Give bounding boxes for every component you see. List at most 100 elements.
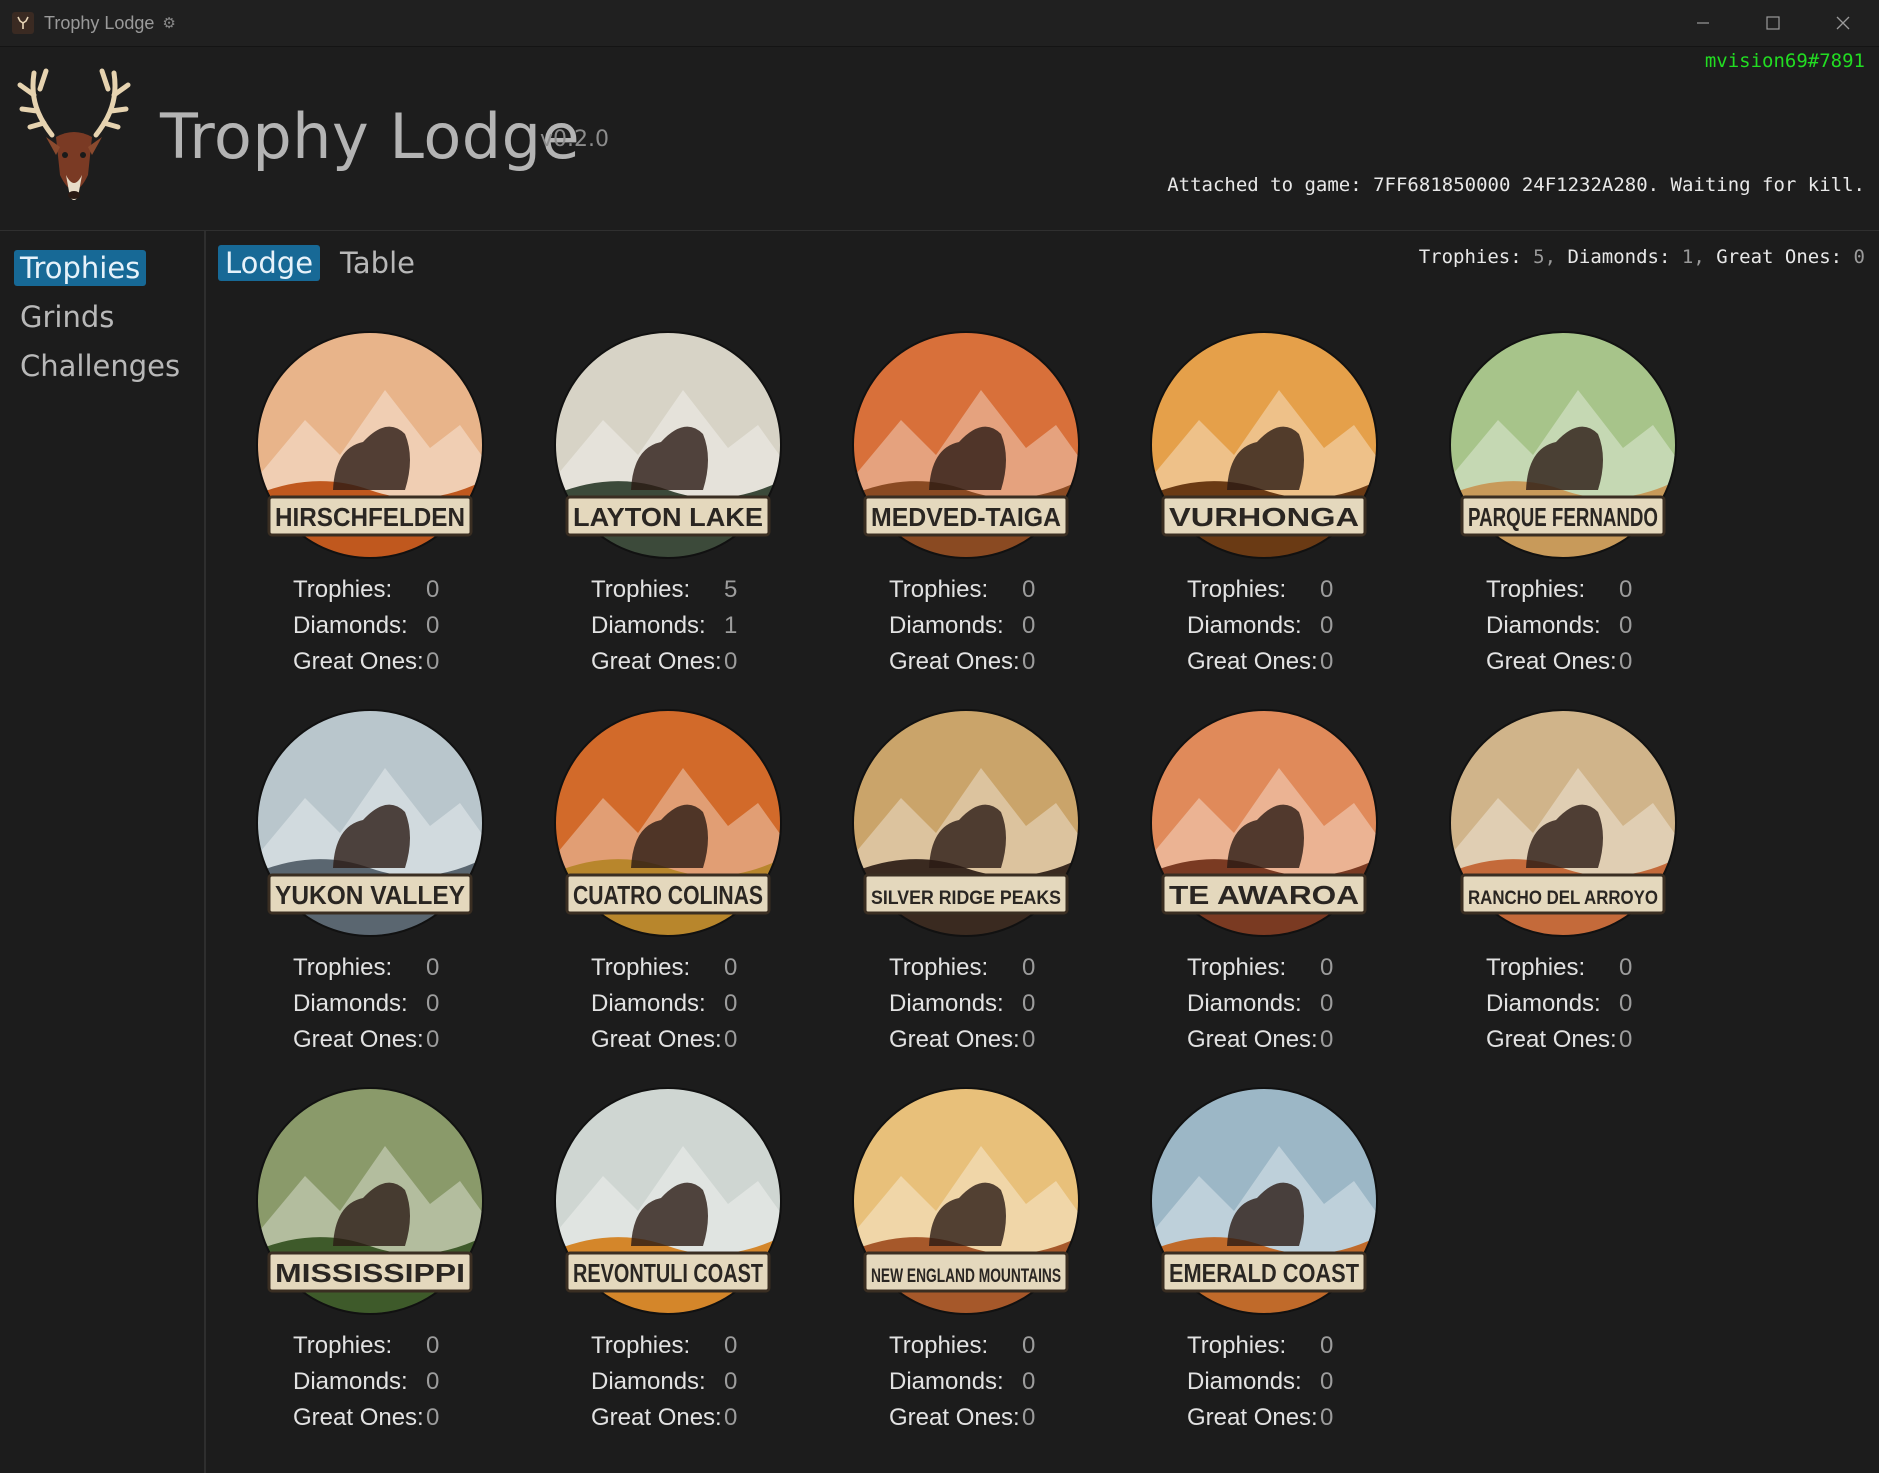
reserve-card-hirschfelden[interactable]: HIRSCHFELDEN Trophies: 0 Diamonds: 0 Great…	[255, 330, 555, 710]
close-button[interactable]	[1808, 0, 1878, 46]
reserve-card-emerald-coast[interactable]: EMERALD COAST Trophies: 0 Diamonds: 0 Grea…	[1149, 1086, 1449, 1466]
trophies-label: Trophies:	[1486, 576, 1586, 603]
reserve-stats: Trophies: 0 Diamonds: 0 Great Ones: 0	[591, 954, 791, 1062]
great-ones-label: Great Ones:	[1187, 648, 1318, 675]
tab-lodge[interactable]: Lodge	[218, 245, 321, 281]
reserve-card-layton-lake[interactable]: LAYTON LAKE Trophies: 5 Diamonds: 1 Great …	[553, 330, 853, 710]
reserve-badge[interactable]: PARQUE FERNANDO	[1448, 330, 1678, 560]
reserve-name: CUATRO COLINAS	[573, 880, 763, 910]
title-settings-icon[interactable]: ⚙	[162, 14, 175, 32]
great-ones-value: 0	[426, 1026, 440, 1053]
diamonds-label: Diamonds:	[1486, 990, 1601, 1017]
diamonds-value: 0	[1619, 612, 1633, 639]
reserve-badge[interactable]: REVONTULI COAST	[553, 1086, 783, 1316]
reserve-name: SILVER RIDGE PEAKS	[871, 888, 1061, 909]
reserve-stats: Trophies: 0 Diamonds: 0 Great Ones: 0	[1486, 576, 1686, 684]
reserve-badge[interactable]: MISSISSIPPI	[255, 1086, 485, 1316]
reserve-badge[interactable]: YUKON VALLEY	[255, 708, 485, 938]
summary-diamonds-label: Diamonds:	[1567, 246, 1671, 268]
great-ones-label: Great Ones:	[889, 648, 1020, 675]
trophies-value: 0	[1320, 1332, 1334, 1359]
great-ones-value: 0	[426, 648, 440, 675]
app-name: Trophy Lodge	[160, 100, 581, 173]
trophies-label: Trophies:	[889, 576, 989, 603]
close-icon	[1836, 16, 1850, 30]
trophies-label: Trophies:	[591, 576, 691, 603]
great-ones-label: Great Ones:	[889, 1026, 1020, 1053]
summary-trophies-value: 5	[1533, 246, 1545, 268]
reserve-card-medved-taiga[interactable]: MEDVED-TAIGA Trophies: 0 Diamonds: 0 Great…	[851, 330, 1151, 710]
diamonds-value: 0	[1619, 990, 1633, 1017]
sidebar-item-trophies[interactable]: Trophies	[14, 250, 147, 286]
reserve-card-parque-fernando[interactable]: PARQUE FERNANDO Trophies: 0 Diamonds: 0 Gr…	[1448, 330, 1748, 710]
sidebar-item-grinds[interactable]: Grinds	[14, 299, 120, 335]
great-ones-value: 0	[1022, 1404, 1036, 1431]
trophies-value: 0	[1320, 954, 1334, 981]
reserve-card-te-awaroa[interactable]: TE AWAROA Trophies: 0 Diamonds: 0 Great On…	[1149, 708, 1449, 1088]
sidebar: Trophies Grinds Challenges	[0, 231, 206, 1473]
reserve-stats: Trophies: 0 Diamonds: 0 Great Ones: 0	[1187, 1332, 1387, 1440]
sidebar-item-challenges[interactable]: Challenges	[14, 348, 186, 384]
reserve-name: TE AWAROA	[1169, 880, 1359, 910]
summary-diamonds-value: 1	[1681, 246, 1694, 268]
great-ones-label: Great Ones:	[1187, 1026, 1318, 1053]
reserve-card-silver-ridge-peaks[interactable]: SILVER RIDGE PEAKS Trophies: 0 Diamonds: 0…	[851, 708, 1151, 1088]
user-tag: mvision69#7891	[1704, 50, 1865, 72]
reserve-card-mississippi[interactable]: MISSISSIPPI Trophies: 0 Diamonds: 0 Great …	[255, 1086, 555, 1466]
trophies-value: 0	[1619, 954, 1633, 981]
app-header: Trophy Lodge v0.2.0 mvision69#7891 Attac…	[0, 47, 1879, 231]
reserve-badge[interactable]: HIRSCHFELDEN	[255, 330, 485, 560]
reserve-badge[interactable]: MEDVED-TAIGA	[851, 330, 1081, 560]
diamonds-label: Diamonds:	[293, 1368, 408, 1395]
reserve-stats: Trophies: 0 Diamonds: 0 Great Ones: 0	[889, 954, 1089, 1062]
trophies-label: Trophies:	[889, 954, 989, 981]
diamonds-value: 0	[1022, 612, 1036, 639]
maximize-button[interactable]	[1738, 0, 1808, 46]
reserve-card-rancho-del-arroyo[interactable]: RANCHO DEL ARROYO Trophies: 0 Diamonds: 0 …	[1448, 708, 1748, 1088]
trophies-label: Trophies:	[293, 1332, 393, 1359]
trophies-value: 0	[426, 576, 440, 603]
tab-table[interactable]: Table	[333, 245, 422, 281]
great-ones-value: 0	[724, 1404, 738, 1431]
trophies-label: Trophies:	[293, 576, 393, 603]
reserve-name: REVONTULI COAST	[573, 1258, 763, 1288]
great-ones-value: 0	[1619, 648, 1633, 675]
reserve-badge[interactable]: NEW ENGLAND MOUNTAINS	[851, 1086, 1081, 1316]
diamonds-value: 0	[1320, 1368, 1334, 1395]
minimize-button[interactable]	[1668, 0, 1738, 46]
great-ones-value: 0	[724, 648, 738, 675]
reserve-name: VURHONGA	[1169, 502, 1359, 532]
reserve-badge[interactable]: SILVER RIDGE PEAKS	[851, 708, 1081, 938]
reserve-card-new-england-mountains[interactable]: NEW ENGLAND MOUNTAINS Trophies: 0 Diamond…	[851, 1086, 1151, 1466]
trophies-label: Trophies:	[591, 954, 691, 981]
reserve-badge[interactable]: LAYTON LAKE	[553, 330, 783, 560]
diamonds-value: 0	[426, 1368, 440, 1395]
trophies-value: 0	[1320, 576, 1334, 603]
reserve-badge[interactable]: CUATRO COLINAS	[553, 708, 783, 938]
reserve-stats: Trophies: 0 Diamonds: 0 Great Ones: 0	[591, 1332, 791, 1440]
reserve-badge[interactable]: EMERALD COAST	[1149, 1086, 1379, 1316]
trophies-label: Trophies:	[1187, 1332, 1287, 1359]
reserve-badge[interactable]: TE AWAROA	[1149, 708, 1379, 938]
great-ones-value: 0	[426, 1404, 440, 1431]
great-ones-label: Great Ones:	[1486, 648, 1617, 675]
diamonds-value: 0	[1320, 612, 1334, 639]
reserve-card-cuatro-colinas[interactable]: CUATRO COLINAS Trophies: 0 Diamonds: 0 Gre…	[553, 708, 853, 1088]
reserve-badge[interactable]: RANCHO DEL ARROYO	[1448, 708, 1678, 938]
reserve-stats: Trophies: 0 Diamonds: 0 Great Ones: 0	[1187, 954, 1387, 1062]
great-ones-value: 0	[1022, 648, 1036, 675]
reserve-card-revontuli-coast[interactable]: REVONTULI COAST Trophies: 0 Diamonds: 0 Gr…	[553, 1086, 853, 1466]
diamonds-value: 0	[724, 1368, 738, 1395]
reserve-card-yukon-valley[interactable]: YUKON VALLEY Trophies: 0 Diamonds: 0 Great…	[255, 708, 555, 1088]
window-titlebar[interactable]: Trophy Lodge ⚙	[0, 0, 1879, 47]
summary-trophies-label: Trophies:	[1418, 246, 1522, 268]
great-ones-value: 0	[1022, 1026, 1036, 1053]
reserve-card-vurhonga[interactable]: VURHONGA Trophies: 0 Diamonds: 0 Great One…	[1149, 330, 1449, 710]
diamonds-label: Diamonds:	[889, 1368, 1004, 1395]
reserve-badge[interactable]: VURHONGA	[1149, 330, 1379, 560]
stag-logo-icon	[12, 65, 136, 215]
trophies-value: 0	[426, 1332, 440, 1359]
maximize-icon	[1766, 16, 1780, 30]
diamonds-value: 0	[1022, 990, 1036, 1017]
summary-great-ones-label: Great Ones:	[1716, 246, 1843, 268]
